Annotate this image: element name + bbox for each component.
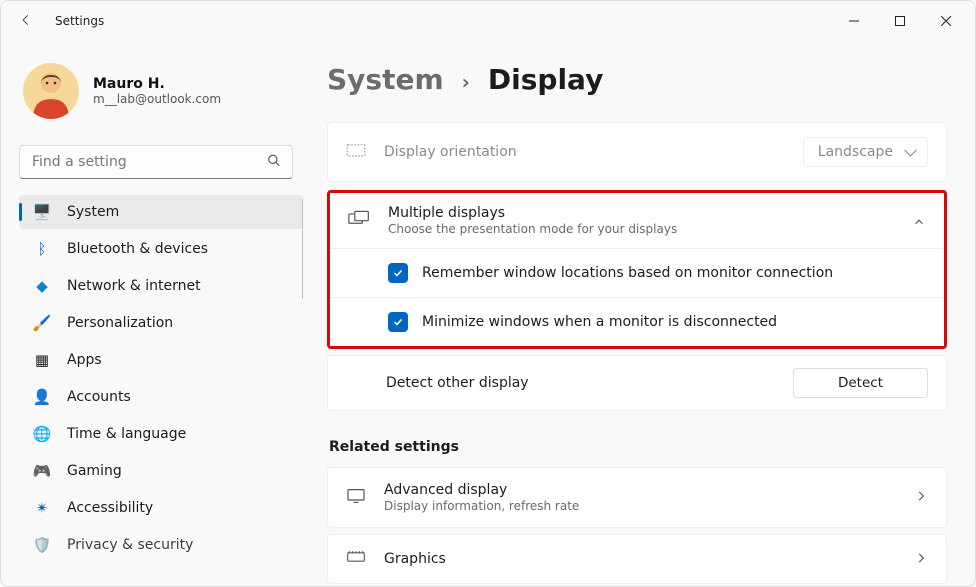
multiple-displays-section: Multiple displays Choose the presentatio… (327, 190, 947, 349)
globe-icon: 🌐 (33, 425, 51, 443)
remember-locations-row: Remember window locations based on monit… (330, 249, 944, 298)
monitor-icon (346, 488, 366, 508)
graphics-row[interactable]: Graphics (327, 534, 947, 584)
sidebar-item-system[interactable]: 🖥️System (19, 195, 303, 229)
page-title: Display (488, 63, 603, 96)
orientation-dropdown[interactable]: Landscape (803, 137, 928, 167)
maximize-button[interactable] (877, 5, 923, 37)
sidebar-item-apps[interactable]: ▦Apps (19, 343, 303, 377)
multiple-displays-header[interactable]: Multiple displays Choose the presentatio… (330, 193, 944, 249)
sidebar-item-bluetooth[interactable]: ᛒBluetooth & devices (19, 232, 303, 266)
orientation-label: Display orientation (384, 144, 785, 160)
scrollbar[interactable] (302, 199, 303, 299)
displays-icon (348, 210, 370, 232)
multiple-displays-title: Multiple displays (388, 205, 894, 221)
breadcrumb: System › Display (327, 63, 947, 96)
detect-button[interactable]: Detect (793, 368, 928, 398)
sidebar-item-network[interactable]: ◆Network & internet (19, 269, 303, 303)
window-title: Settings (55, 14, 104, 28)
profile-email: m__lab@outlook.com (93, 92, 221, 106)
sidebar-item-personalization[interactable]: 🖌️Personalization (19, 306, 303, 340)
sidebar-item-time[interactable]: 🌐Time & language (19, 417, 303, 451)
chevron-right-icon (914, 550, 928, 569)
profile[interactable]: Mauro H. m__lab@outlook.com (19, 63, 303, 119)
minimize-windows-row: Minimize windows when a monitor is disco… (330, 298, 944, 346)
paintbrush-icon: 🖌️ (33, 314, 51, 332)
search-icon (267, 153, 281, 172)
remember-locations-label: Remember window locations based on monit… (422, 265, 833, 281)
gamepad-icon: 🎮 (33, 462, 51, 480)
minimize-windows-checkbox[interactable] (388, 312, 408, 332)
close-button[interactable] (923, 5, 969, 37)
shield-icon: 🛡️ (33, 536, 51, 554)
advanced-display-subtitle: Display information, refresh rate (384, 499, 896, 513)
related-settings-title: Related settings (329, 439, 947, 455)
orientation-card: Display orientation Landscape (327, 122, 947, 182)
profile-name: Mauro H. (93, 76, 221, 92)
chevron-right-icon: › (462, 70, 470, 94)
main: System › Display Display orientation Lan… (311, 41, 975, 586)
sidebar-item-privacy[interactable]: 🛡️Privacy & security (19, 528, 303, 562)
graphics-title: Graphics (384, 551, 896, 567)
detect-row: Detect other display Detect (327, 355, 947, 411)
breadcrumb-parent[interactable]: System (327, 63, 444, 96)
multiple-displays-subtitle: Choose the presentation mode for your di… (388, 222, 894, 236)
sidebar: Mauro H. m__lab@outlook.com 🖥️System ᛒBl… (1, 41, 311, 586)
chevron-up-icon (912, 214, 926, 228)
advanced-display-row[interactable]: Advanced display Display information, re… (327, 467, 947, 528)
chevron-right-icon (914, 488, 928, 507)
titlebar: Settings (1, 1, 975, 41)
sidebar-item-gaming[interactable]: 🎮Gaming (19, 454, 303, 488)
apps-icon: ▦ (33, 351, 51, 369)
graphics-icon (346, 549, 366, 569)
orientation-icon (346, 144, 366, 160)
system-icon: 🖥️ (33, 203, 51, 221)
avatar (23, 63, 79, 119)
advanced-display-title: Advanced display (384, 482, 896, 498)
minimize-button[interactable] (831, 5, 877, 37)
person-icon: 👤 (33, 388, 51, 406)
search-input[interactable] (19, 145, 293, 179)
remember-locations-checkbox[interactable] (388, 263, 408, 283)
sidebar-item-accessibility[interactable]: ✴Accessibility (19, 491, 303, 525)
detect-label: Detect other display (386, 375, 529, 391)
nav: 🖥️System ᛒBluetooth & devices ◆Network &… (19, 195, 303, 565)
sidebar-item-accounts[interactable]: 👤Accounts (19, 380, 303, 414)
accessibility-icon: ✴ (33, 499, 51, 517)
back-button[interactable] (19, 12, 33, 31)
minimize-windows-label: Minimize windows when a monitor is disco… (422, 314, 777, 330)
wifi-icon: ◆ (33, 277, 51, 295)
bluetooth-icon: ᛒ (33, 240, 51, 258)
